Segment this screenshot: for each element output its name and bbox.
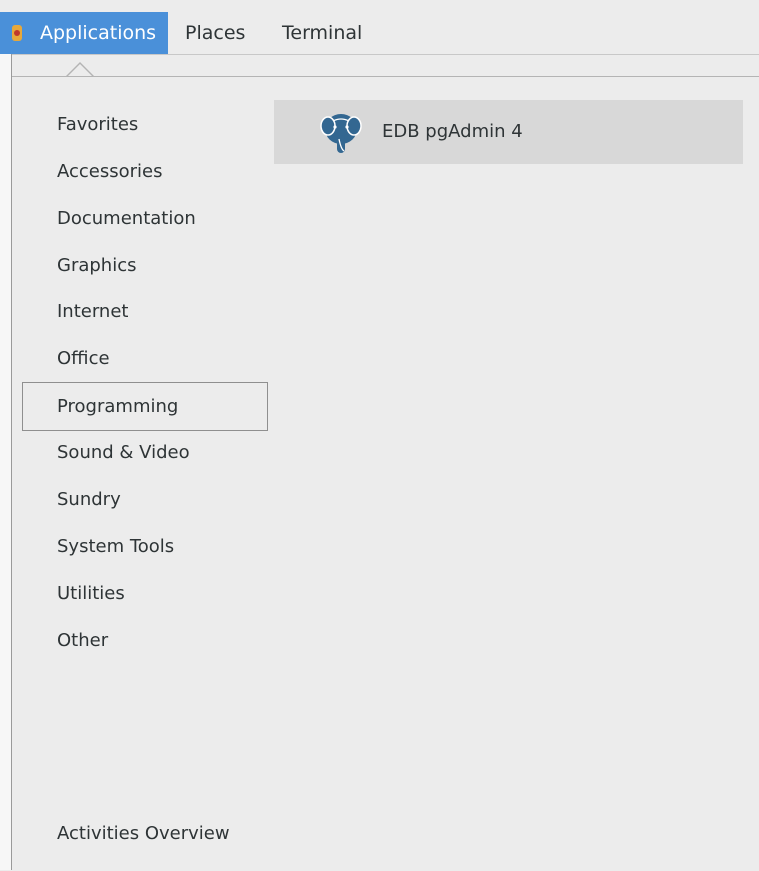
category-documentation[interactable]: Documentation [57, 204, 196, 234]
category-accessories[interactable]: Accessories [57, 157, 163, 187]
applications-label: Applications [40, 22, 157, 44]
app-item-label: EDB pgAdmin 4 [382, 121, 523, 142]
applications-menu-button[interactable]: Applications [0, 12, 168, 54]
activities-overview-item[interactable]: Activities Overview [57, 819, 230, 849]
applications-menu-popup: Favorites Accessories Documentation Grap… [12, 76, 759, 871]
category-internet[interactable]: Internet [57, 297, 128, 327]
top-panel: Applications Places Terminal [0, 12, 759, 55]
places-menu-button[interactable]: Places [185, 12, 245, 54]
category-utilities[interactable]: Utilities [57, 579, 125, 609]
category-other[interactable]: Other [57, 626, 108, 656]
terminal-menu-button[interactable]: Terminal [282, 12, 362, 54]
gnome-foot-icon [12, 25, 22, 41]
category-programming[interactable]: Programming [57, 392, 178, 422]
category-system-tools[interactable]: System Tools [57, 532, 174, 562]
category-graphics[interactable]: Graphics [57, 251, 137, 281]
app-item-pgadmin[interactable]: EDB pgAdmin 4 [274, 100, 743, 164]
category-sound-video[interactable]: Sound & Video [57, 438, 190, 468]
category-favorites[interactable]: Favorites [57, 110, 138, 140]
postgresql-elephant-icon [320, 114, 362, 153]
category-sundry[interactable]: Sundry [57, 485, 121, 515]
category-office[interactable]: Office [57, 344, 110, 374]
